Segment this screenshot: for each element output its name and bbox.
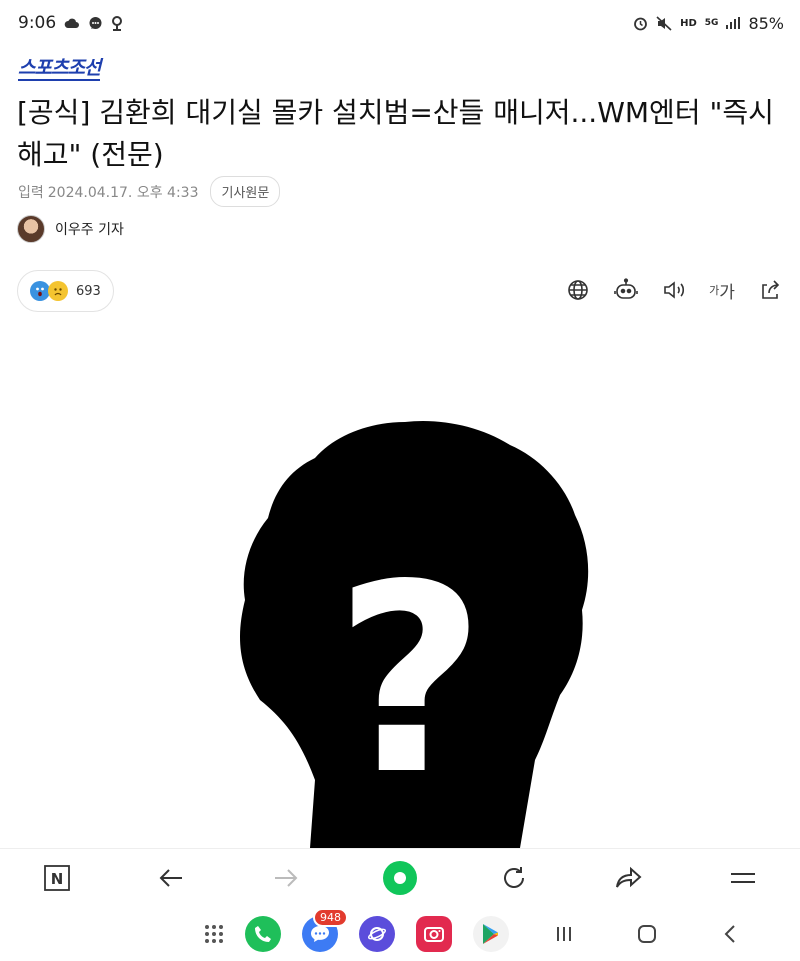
reporter[interactable]: 이우주 기자	[17, 215, 124, 243]
android-taskbar: 948	[0, 906, 800, 961]
forward-icon[interactable]	[266, 858, 306, 898]
article-headline: [공식] 김환희 대기실 몰카 설치범=산들 매니저...WM엔터 "즉시 해고…	[17, 96, 774, 171]
naver-letter: N	[51, 870, 64, 888]
internet-browser-app-icon[interactable]	[359, 916, 395, 952]
app-drawer-icon[interactable]	[200, 920, 228, 948]
cloud-icon	[64, 17, 80, 29]
5g-icon: 5G	[705, 18, 719, 28]
avatar	[17, 215, 45, 243]
refresh-icon[interactable]	[494, 858, 534, 898]
article-tools: 가가	[566, 276, 782, 304]
origin-article-button[interactable]: 기사원문	[210, 176, 281, 207]
5g-label: 5G	[704, 18, 719, 28]
share-arrow-icon[interactable]	[609, 858, 649, 898]
chat-icon	[88, 16, 103, 31]
recent-apps-icon[interactable]	[550, 920, 578, 948]
messages-badge: 948	[313, 908, 348, 927]
question-mark: ?	[335, 530, 486, 832]
system-back-icon[interactable]	[716, 920, 744, 948]
translate-globe-icon[interactable]	[566, 276, 590, 304]
menu-icon[interactable]	[723, 858, 763, 898]
reporter-name: 이우주 기자	[55, 222, 124, 238]
camera-app-icon[interactable]	[416, 916, 452, 952]
publisher-logo-text: 스포츠조선	[18, 57, 101, 79]
anonymous-silhouette-image: ?	[240, 420, 589, 848]
font-size-small-label: 가	[709, 284, 720, 297]
article-meta: 입력 2024.04.17. 오후 4:33 기사원문	[18, 176, 281, 207]
alarm-icon	[633, 16, 648, 31]
date-value: 2024.04.17. 오후 4:33	[47, 184, 199, 201]
summary-bot-icon[interactable]	[614, 276, 638, 304]
read-aloud-speaker-icon[interactable]	[662, 276, 686, 304]
status-bar: 9:06 HD 5G 85%	[0, 0, 800, 46]
play-store-app-icon[interactable]	[473, 916, 509, 952]
hd-label: HD	[680, 17, 697, 29]
article-date: 입력 2024.04.17. 오후 4:33	[18, 182, 198, 202]
hd-voice-icon: HD	[680, 17, 697, 29]
home-icon[interactable]	[380, 858, 420, 898]
back-icon[interactable]	[151, 858, 191, 898]
shocked-emoji-icon	[30, 281, 50, 301]
share-icon[interactable]	[758, 276, 782, 304]
publisher-logo[interactable]: 스포츠조선	[18, 57, 101, 81]
battery-level: 85%	[748, 13, 784, 33]
signal-icon	[726, 17, 741, 29]
messages-app-icon[interactable]: 948	[302, 908, 348, 952]
reaction-count: 693	[76, 283, 101, 299]
naver-home-button[interactable]: N	[37, 858, 77, 898]
font-size-button[interactable]: 가가	[709, 276, 735, 304]
date-label: 입력	[18, 184, 44, 201]
sad-emoji-icon	[48, 281, 68, 301]
font-size-large-label: 가	[719, 282, 735, 303]
reaction-button[interactable]: 693	[17, 270, 114, 312]
phone-app-icon[interactable]	[245, 916, 281, 952]
article-image: ?	[0, 340, 800, 848]
pin-icon	[111, 15, 123, 31]
home-button-icon[interactable]	[633, 920, 661, 948]
status-time: 9:06	[18, 13, 57, 33]
browser-nav-bar: N	[0, 848, 800, 906]
mute-icon	[656, 15, 672, 31]
